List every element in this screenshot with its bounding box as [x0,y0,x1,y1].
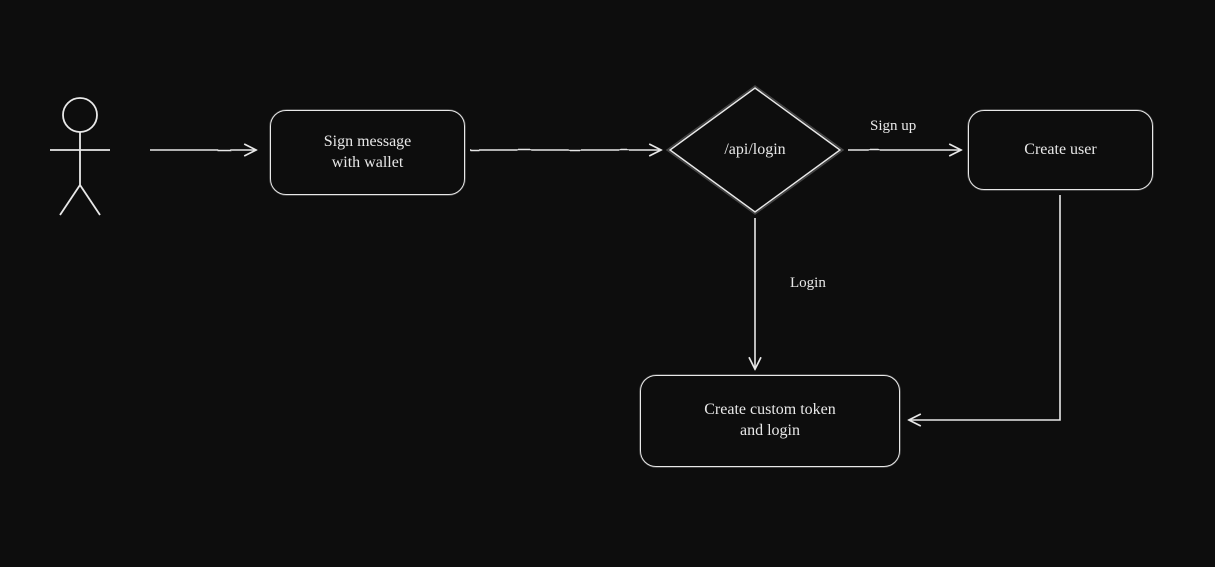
diagram-stage: Sign messagewith wallet /api/login Creat… [0,0,1215,567]
api-login-node: /api/login [680,130,830,170]
sign-message-node: Sign messagewith wallet [270,110,465,195]
create-user-node: Create user [968,110,1153,190]
edge-label-signup: Sign up [870,118,916,135]
edge-label-login: Login [790,275,826,292]
diagram-svg [0,0,1215,567]
create-user-label: Create user [1024,140,1096,161]
create-token-node: Create custom tokenand login [640,375,900,467]
edge-createuser-to-token [910,195,1060,420]
create-token-label: Create custom tokenand login [704,400,836,442]
api-login-label: /api/login [724,140,785,161]
actor-icon [50,98,110,215]
sign-message-label: Sign messagewith wallet [324,132,412,174]
